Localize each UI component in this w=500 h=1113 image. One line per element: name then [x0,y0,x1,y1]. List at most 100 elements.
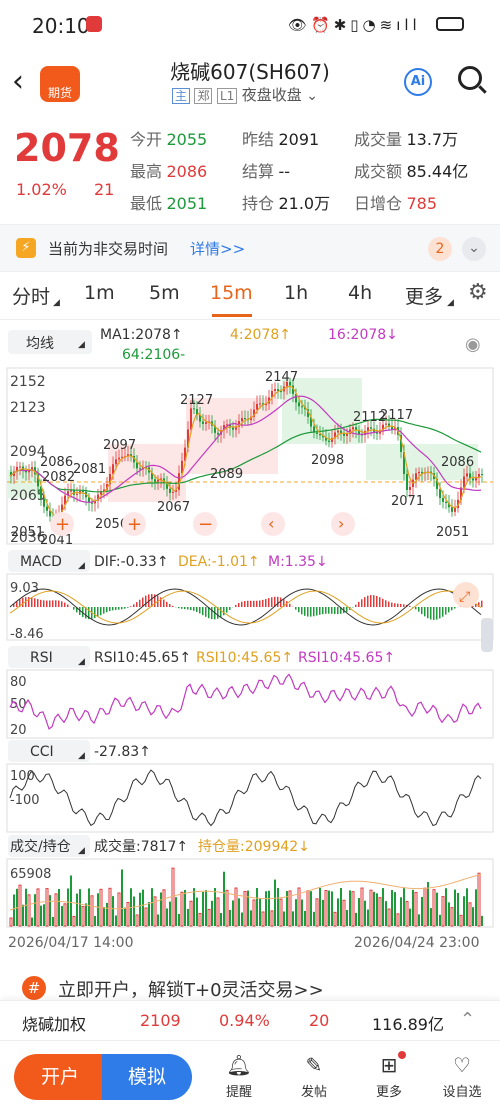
candle-body [352,427,354,430]
peak-label: 2041 [40,533,73,548]
volume-bar [216,897,220,927]
volume-bar [103,907,105,926]
cci-select: CCI [30,744,54,760]
nav-watchlist[interactable]: ♡ 设自选 [432,1053,492,1100]
chevron-down-icon[interactable]: ⌄ [462,237,486,261]
volume-bar [328,890,330,926]
simulate-button[interactable]: 模拟 [102,1054,192,1100]
last-price: 2078 [14,126,120,170]
macd-bar [256,600,258,607]
macd-bar [355,604,357,607]
macd-dif: DIF:-0.33↑ [94,554,169,570]
notice-link[interactable]: 详情>> [190,238,245,259]
macd-bar [436,607,438,620]
kline-chart-area[interactable]: 均线 ◢ MA1:2078↑ 4:2078↑ 16:2078↓ 64:2106-… [0,320,500,960]
macd-bar [118,607,120,610]
nav-remind[interactable]: 🔔︎ 提醒 [209,1053,269,1100]
ma64-label: 64:2106- [122,347,185,363]
contract-tags[interactable]: 主 郑 L1 夜盘收盘 ⌄ [172,84,318,105]
macd-bar [403,604,405,607]
macd-bar [139,599,141,607]
tab-1h[interactable]: 1h [284,282,308,304]
candle-body [256,403,258,410]
volume-bar [40,905,42,926]
volume-bar [157,914,159,926]
volume-bar [351,891,355,927]
quote-field: 成交额 85.44亿 [354,162,469,181]
tab-1m[interactable]: 1m [84,282,115,304]
ai-button[interactable]: Ai [404,68,432,96]
volume-bar [124,907,126,926]
open-account-button[interactable]: 开户 [14,1054,106,1100]
volume-bar [187,908,189,926]
vol-top-label: 65908 [10,867,51,882]
volume-bar [265,891,267,926]
macd-bar [322,607,324,615]
nav-post[interactable]: ✎ 发帖 [284,1053,344,1100]
tag-main: 主 [172,88,191,104]
weighted-index-row[interactable]: 烧碱加权 2109 0.94% 20 116.89亿 ⌃ [0,1000,500,1040]
macd-bar [181,607,183,609]
macd-bar [379,597,381,607]
kline-svg: 均线 ◢ MA1:2078↑ 4:2078↑ 16:2078↓ 64:2106-… [6,327,494,951]
macd-bar [55,600,57,607]
promo-banner[interactable]: # 立即开户，解锁T+0灵活交易>> [0,970,500,1002]
volume-bar [292,911,294,926]
macd-bar [220,607,222,618]
volume-bar [313,911,315,926]
macd-bar [241,601,243,607]
volume-bar [148,902,150,926]
macd-bar [205,607,207,617]
macd-bar [313,607,315,617]
chevron-up-icon[interactable]: ⌃ [460,1009,475,1030]
volume-bar [367,909,369,926]
index-name: 烧碱加权 [22,1015,87,1034]
macd-bar [202,607,204,616]
peak-label: 2051 [436,525,469,540]
tab-15m[interactable]: 15m [210,282,253,304]
rsi-level: 20 [10,723,27,738]
candle-body [472,478,474,481]
notice-badge[interactable]: 2 [428,237,452,261]
tab-4h[interactable]: 4h [348,282,372,304]
macd-bar [409,605,411,607]
open-account-label: 开户 [40,1066,79,1088]
candle-body [451,507,453,512]
tab-5m[interactable]: 5m [149,282,180,304]
candle-body [442,498,444,502]
vol-select: 成交/持仓 [10,838,71,855]
candle-body [370,427,372,429]
macd-bottom-label: -8.46 [10,627,44,642]
rsi-level: 80 [10,675,27,690]
volume-bar [43,904,45,926]
volume-bar [54,893,58,927]
chevron-down-icon: ⌄ [306,88,318,104]
macd-bar [145,595,147,607]
volume-bar [385,901,387,926]
tab-time-share[interactable]: 分时 [12,282,50,309]
zoom-in-label: + [55,514,70,535]
index-price: 2109 [140,1011,181,1030]
volume-bar [274,879,276,926]
peak-label: 2067 [157,500,190,515]
volume-bar [94,915,96,926]
y-axis-label: 2123 [10,400,46,416]
quote-panel: 2078 1.02% 21 今开 2055 昨结 2091 成交量 13.7万 … [0,114,500,224]
macd-bar [124,607,126,609]
volume-bar [166,908,168,926]
gear-icon[interactable]: ⚙ [468,280,488,305]
macd-bar [226,607,228,613]
candle-body [367,427,369,431]
volume-bar [151,888,153,926]
volume-bar [58,889,60,926]
volume-bar [162,889,166,927]
nav-more[interactable]: ⊞ 更多 [359,1053,419,1100]
volume-bar [27,894,31,927]
macd-bar [247,600,249,607]
period-tabs: 分时 ◢ 1m 5m 15m 1h 4h 更多 ◢ ⚙ [0,272,500,320]
macd-bar [394,603,396,607]
tab-more[interactable]: 更多 [405,282,443,309]
notice-bar[interactable]: ⚡ 当前为非交易时间 详情>> 2 ⌄ [0,224,500,272]
promo-text[interactable]: 立即开户，解锁T+0灵活交易>> [58,976,324,1002]
macd-bar [238,603,240,607]
